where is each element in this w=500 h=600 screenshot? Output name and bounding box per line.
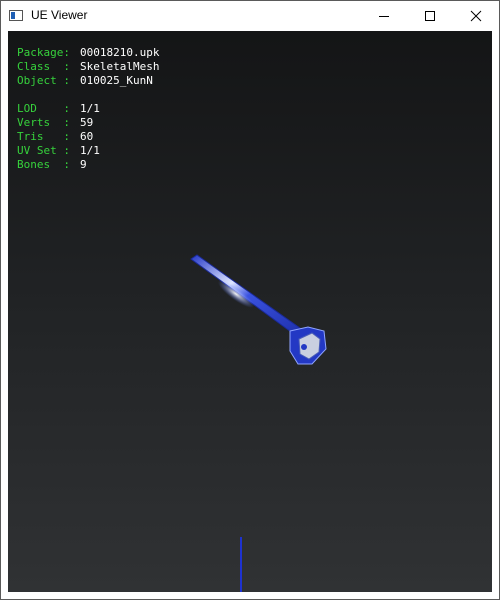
title-bar[interactable]: UE Viewer: [1, 1, 499, 31]
window-title: UE Viewer: [31, 8, 88, 22]
ue-viewer-window: UE Viewer Package: 00018210.upk Class : Sk…: [0, 0, 500, 600]
skeletal-mesh-render: [190, 254, 327, 592]
weapon-mesh: [190, 254, 327, 365]
minimize-button[interactable]: [361, 1, 407, 31]
close-button[interactable]: [453, 1, 499, 31]
minimize-icon: [379, 16, 389, 17]
maximize-icon: [425, 11, 435, 21]
3d-viewport[interactable]: Package: 00018210.upk Class : SkeletalMesh…: [8, 31, 492, 592]
close-icon: [470, 10, 482, 22]
maximize-button[interactable]: [407, 1, 453, 31]
ue-viewer-app-icon: [9, 10, 23, 21]
